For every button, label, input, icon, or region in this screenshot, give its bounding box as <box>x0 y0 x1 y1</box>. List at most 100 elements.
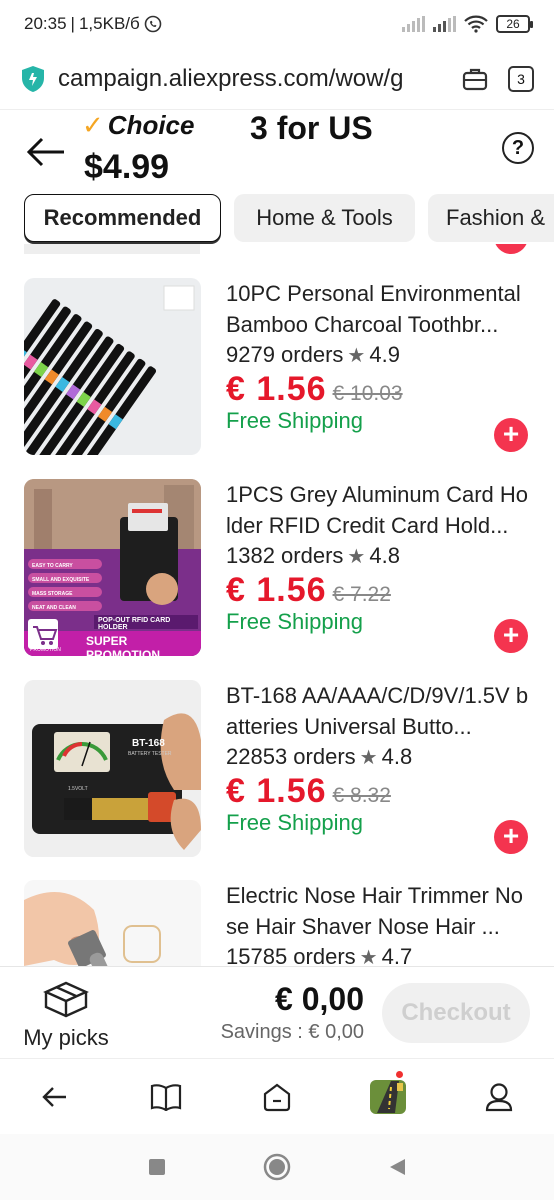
orders-count: 9279 orders <box>226 342 344 367</box>
tab-recommended[interactable]: Recommended <box>24 194 221 242</box>
add-to-picks-button[interactable] <box>494 244 528 254</box>
game-icon <box>369 1079 406 1114</box>
price-row: € 1.56 € 10.03 <box>226 370 403 406</box>
product-image[interactable] <box>24 880 201 966</box>
product-title[interactable]: Electric Nose Hair Trimmer Nose Hair Sha… <box>226 880 532 942</box>
page-header: ✓ Choice $4.99 3 for US ? <box>0 110 554 196</box>
tab-home-tools[interactable]: Home & Tools <box>234 194 415 242</box>
rating: 4.8 <box>381 744 413 769</box>
status-separator: | <box>70 14 75 33</box>
rating: 4.7 <box>381 944 413 966</box>
star-icon: ★ <box>347 545 366 568</box>
product-image <box>24 244 200 254</box>
promo-small-label: PROMOTION <box>30 647 61 653</box>
help-icon[interactable]: ? <box>502 132 534 164</box>
orders-count: 15785 orders <box>226 944 356 966</box>
orders-count: 1382 orders <box>226 543 344 568</box>
back-arrow-icon[interactable] <box>26 136 66 168</box>
orders-count: 22853 orders <box>226 744 356 769</box>
nav-bookmarks-button[interactable] <box>111 1059 222 1135</box>
home-circle-icon[interactable] <box>263 1153 291 1181</box>
product-title[interactable]: BT-168 AA/AAA/C/D/9V/1.5V batteries Univ… <box>226 680 532 742</box>
my-picks-button[interactable]: My picks <box>18 979 114 1051</box>
system-nav <box>0 1134 554 1200</box>
browser-nav <box>0 1058 554 1134</box>
nav-profile-button[interactable] <box>443 1059 554 1135</box>
price-row: € 1.56 € 8.32 <box>226 772 391 808</box>
sale-price: € 1.56 <box>226 772 327 808</box>
nav-back-button[interactable] <box>0 1059 111 1135</box>
my-picks-label: My picks <box>23 1025 109 1050</box>
product-image[interactable] <box>24 278 201 455</box>
checkout-bar: My picks € 0,00 Savings : € 0,00 Checkou… <box>0 966 554 1058</box>
choice-label: Choice <box>107 110 195 140</box>
original-price: € 10.03 <box>332 382 403 405</box>
image-model-label: BT-168 <box>132 738 165 749</box>
battery-icon: 26 <box>496 15 533 33</box>
product-title[interactable]: 1PCS Grey Aluminum Card Holder RFID Cred… <box>226 479 532 541</box>
list-item[interactable]: BT-168 BATTERY TESTER 1.5VOLT BT-168 AA/… <box>0 680 554 862</box>
signal-icon <box>402 16 425 32</box>
check-icon: ✓ <box>82 110 104 140</box>
promo-title: 3 for US <box>250 110 373 146</box>
price-row: € 1.56 € 7.22 <box>226 571 391 607</box>
sale-price: € 1.56 <box>226 571 327 607</box>
promo-badge: SUPER PROMOTION <box>86 634 160 656</box>
profile-icon <box>485 1082 512 1111</box>
battery-level: 26 <box>506 17 520 31</box>
category-tabs: Recommended Home & Tools Fashion & <box>0 194 554 244</box>
list-item[interactable]: Electric Nose Hair Trimmer Nose Hair Sha… <box>0 880 554 966</box>
notification-dot <box>396 1070 404 1078</box>
product-meta: 15785 orders ★ 4.7 <box>226 944 412 966</box>
whatsapp-icon <box>144 15 162 33</box>
back-arrow-icon <box>42 1086 67 1107</box>
nav-game-button[interactable] <box>332 1059 443 1135</box>
add-to-picks-button[interactable]: + <box>494 418 528 452</box>
shipping-label: Free Shipping <box>226 810 363 835</box>
url-text[interactable]: campaign.aliexpress.com/wow/g <box>58 65 450 93</box>
star-icon: ★ <box>347 344 366 367</box>
box-icon <box>43 981 89 1018</box>
feature-list: EASY TO CARRY SMALL AND EXQUISITE MASS S… <box>32 559 89 615</box>
tab-fashion[interactable]: Fashion & <box>428 194 554 242</box>
image-subtitle: BATTERY TESTER <box>128 751 172 757</box>
list-item[interactable]: EASY TO CARRY SMALL AND EXQUISITE MASS S… <box>0 479 554 661</box>
image-caption: POP-OUT RFID CARD HOLDER <box>98 617 171 631</box>
checkout-button[interactable]: Checkout <box>382 983 530 1043</box>
original-price: € 8.32 <box>332 784 391 807</box>
bundle-price: $4.99 <box>84 148 170 186</box>
signal-icon <box>433 16 456 32</box>
back-triangle-icon[interactable] <box>387 1157 407 1177</box>
feature-label: EASY TO CARRY <box>32 563 73 569</box>
add-to-picks-button[interactable]: + <box>494 619 528 653</box>
list-item[interactable]: 10PC Personal Environmental Bamboo Charc… <box>0 278 554 460</box>
product-title[interactable]: 10PC Personal Environmental Bamboo Charc… <box>226 278 532 340</box>
status-time: 20:35 <box>24 14 67 33</box>
feature-label: SMALL AND EXQUISITE <box>32 577 90 583</box>
product-list: 10PC Personal Environmental Bamboo Charc… <box>0 244 554 966</box>
sale-price: € 1.56 <box>226 370 327 406</box>
shipping-label: Free Shipping <box>226 609 363 634</box>
choice-logo: ✓ Choice <box>82 110 194 141</box>
shield-icon <box>22 65 44 92</box>
home-icon <box>263 1083 291 1111</box>
add-to-picks-button[interactable]: + <box>494 820 528 854</box>
feature-label: MASS STORAGE <box>32 591 73 597</box>
recents-icon[interactable] <box>147 1157 167 1177</box>
product-meta: 1382 orders ★ 4.8 <box>226 543 400 569</box>
star-icon: ★ <box>359 746 378 769</box>
product-image[interactable]: BT-168 BATTERY TESTER 1.5VOLT <box>24 680 201 857</box>
nav-home-button[interactable] <box>222 1059 333 1135</box>
network-speed: 1,5KB/б <box>78 14 140 33</box>
original-price: € 7.22 <box>332 583 391 606</box>
browser-address-bar[interactable]: campaign.aliexpress.com/wow/g 3 <box>0 48 554 110</box>
rating: 4.9 <box>369 342 400 367</box>
briefcase-icon[interactable] <box>462 67 488 91</box>
product-image[interactable]: EASY TO CARRY SMALL AND EXQUISITE MASS S… <box>24 479 201 656</box>
book-icon <box>151 1083 182 1111</box>
product-meta: 9279 orders ★ 4.9 <box>226 342 400 368</box>
wifi-icon <box>464 15 488 33</box>
product-meta: 22853 orders ★ 4.8 <box>226 744 412 770</box>
tabs-icon[interactable]: 3 <box>508 65 534 92</box>
tab-count: 3 <box>517 70 525 87</box>
